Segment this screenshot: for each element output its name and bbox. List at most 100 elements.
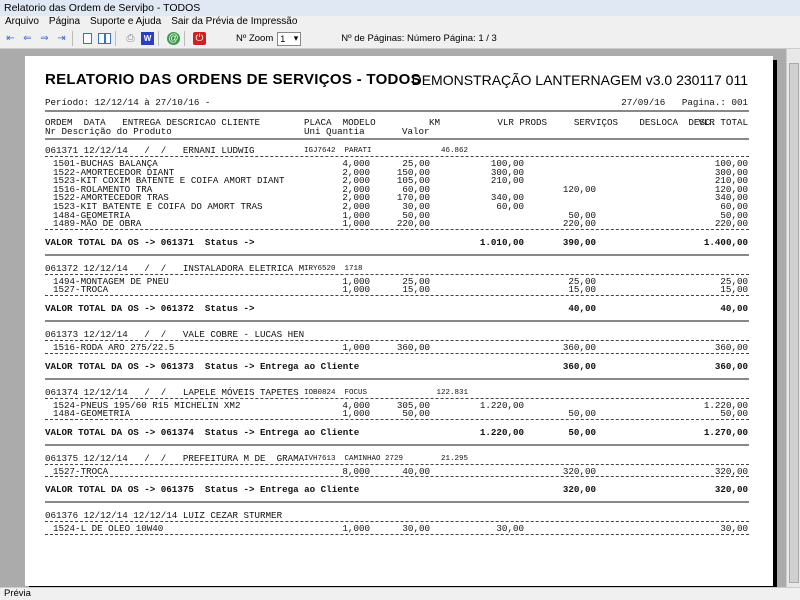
dashed-divider <box>45 397 749 399</box>
separator <box>115 31 116 46</box>
word-export-icon[interactable]: W <box>141 32 154 45</box>
print-icon[interactable]: ⎙ <box>124 32 137 45</box>
col-header-uni: Uni Quantia <box>304 126 365 137</box>
item-quantity: 1,000 <box>342 408 370 420</box>
scrollbar-thumb[interactable] <box>789 63 799 583</box>
order-total-prods: 1.220,00 <box>479 426 524 438</box>
report-title: RELATORIO DAS ORDENS DE SERVIÇOS - TODOS <box>45 71 421 88</box>
menu-arquivo[interactable]: Arquivo <box>0 16 44 29</box>
order-km: 21.295 <box>440 454 468 463</box>
item-quantity: 8,000 <box>342 465 370 477</box>
order-total-value: 1.400,00 <box>703 236 748 248</box>
item-description: 1489-MÃO DE OBRA <box>53 218 142 230</box>
item-value: 360,00 <box>396 342 430 353</box>
dashed-divider <box>45 295 749 296</box>
order-total-value: 320,00 <box>714 484 748 496</box>
order-header: 061371 12/12/14 / / ERNANI LUDWIG <box>45 145 255 156</box>
dashed-divider <box>45 273 749 275</box>
item-servicos: 320,00 <box>562 465 596 477</box>
order-header: 061372 12/12/14 / / INSTALADORA ELETRICA… <box>45 262 305 274</box>
item-vlr-total: 15,00 <box>720 284 748 296</box>
item-vlr-total: 50,00 <box>720 408 748 420</box>
item-vlr-prods: 1.220,00 <box>479 399 524 411</box>
menu-pagina[interactable]: Página <box>44 16 85 29</box>
menu-suporte[interactable]: Suporte e Ajuda <box>85 16 166 29</box>
last-page-icon[interactable]: ⇥ <box>55 32 68 45</box>
dashed-divider <box>45 521 749 523</box>
order-header: 061374 12/12/14 / / LAPELE MÓVEIS TAPETE… <box>45 386 299 398</box>
chevron-down-icon: ▾ <box>293 33 299 43</box>
order-header: 061373 12/12/14 / / VALE COBRE - LUCAS H… <box>45 329 305 340</box>
prev-page-icon[interactable]: ⇐ <box>21 32 34 45</box>
order-total-servicos: 390,00 <box>562 236 596 248</box>
dashed-divider <box>45 534 749 535</box>
preview-area: RELATORIO DAS ORDENS DE SERVIÇOS - TODOS… <box>0 49 786 587</box>
separator <box>184 31 185 46</box>
dashed-divider <box>45 156 749 157</box>
dashed-divider <box>45 463 749 465</box>
divider <box>45 377 749 380</box>
divider <box>45 110 749 112</box>
item-description: 1524-L DE OLEO 10W40 <box>53 523 164 535</box>
item-vlr-prods: 60,00 <box>496 201 524 212</box>
menu-sair-previa[interactable]: Sair da Prévia de Impressão <box>166 16 302 29</box>
item-value: 220,00 <box>396 218 430 230</box>
order-total-servicos: 360,00 <box>562 360 596 372</box>
item-value: 40,00 <box>402 465 430 477</box>
zoom-value: 1 <box>280 33 286 44</box>
item-servicos: 360,00 <box>562 342 596 353</box>
order-vehicle: IOB0824 FOCUS <box>304 388 368 397</box>
order-total-prods: 1.010,00 <box>479 236 524 248</box>
divider <box>45 253 749 256</box>
order-total-label: VALOR TOTAL DA OS -> 061374 Status -> En… <box>45 426 360 438</box>
next-page-icon[interactable]: ⇒ <box>38 32 51 45</box>
window-title: Relatorio das Ordem de Serviþo - TODOS <box>0 0 800 16</box>
close-preview-icon[interactable]: ⏻ <box>193 32 206 45</box>
dashed-divider <box>45 340 749 341</box>
col-header-servicos: SERVIÇOS <box>573 117 618 128</box>
status-bar: Prévia <box>0 587 800 600</box>
menu-bar: Arquivo Página Suporte e Ajuda Sair da P… <box>0 16 800 29</box>
order-km: 122.831 <box>436 388 468 397</box>
email-export-icon[interactable]: @ <box>167 32 180 45</box>
col-header-vlr-total: VLR TOTAL <box>698 117 748 128</box>
order-km: 46.862 <box>440 147 468 155</box>
item-vlr-prods: 210,00 <box>490 175 524 187</box>
item-servicos: 220,00 <box>562 218 596 230</box>
item-description: 1527-TROCA <box>53 465 109 477</box>
order-total-value: 360,00 <box>714 360 748 372</box>
divider <box>45 443 749 446</box>
dashed-divider <box>45 476 749 478</box>
item-description: 1527-TROCA <box>53 284 109 296</box>
vertical-scrollbar[interactable] <box>786 49 800 587</box>
order-total-servicos: 50,00 <box>568 426 596 438</box>
single-page-icon[interactable] <box>81 32 94 45</box>
order-total-servicos: 320,00 <box>562 484 596 496</box>
first-page-icon[interactable]: ⇤ <box>4 32 17 45</box>
separator <box>72 31 73 46</box>
col-header-km: KM <box>428 117 440 128</box>
divider <box>45 320 749 322</box>
dashed-divider <box>45 352 749 354</box>
report-page: RELATORIO DAS ORDENS DE SERVIÇOS - TODOS… <box>25 56 773 586</box>
col-header-desloca: DESLOCA <box>639 117 678 128</box>
item-servicos: 120,00 <box>562 183 596 195</box>
order-total-label: VALOR TOTAL DA OS -> 061371 Status -> <box>45 236 255 248</box>
order-total-label: VALOR TOTAL DA OS -> 061373 Status -> En… <box>45 360 360 372</box>
zoom-select[interactable]: 1 ▾ <box>277 31 302 46</box>
item-vlr-total: 360,00 <box>714 342 748 353</box>
two-pages-icon[interactable] <box>98 32 111 45</box>
dashed-divider <box>45 228 749 230</box>
item-quantity: 1,000 <box>342 523 370 535</box>
order-vehicle: IVH7613 CAMINHAO 2729 <box>304 454 404 463</box>
separator <box>158 31 159 46</box>
zoom-label: Nº Zoom <box>236 33 274 44</box>
company-name: DEMONSTRAÇÃO LANTERNAGEM v3.0 230117 011 <box>411 72 748 88</box>
order-vehicle: IRY6520 1718 <box>304 264 363 273</box>
divider <box>45 501 749 504</box>
col-header-nr: Nr Descrição do Produto <box>45 126 172 137</box>
item-description: 1484-GEOMETRIA <box>53 408 131 420</box>
divider <box>45 138 749 140</box>
item-vlr-total: 30,00 <box>720 523 748 535</box>
period: Período: 12/12/14 à 27/10/16 - <box>45 97 211 108</box>
